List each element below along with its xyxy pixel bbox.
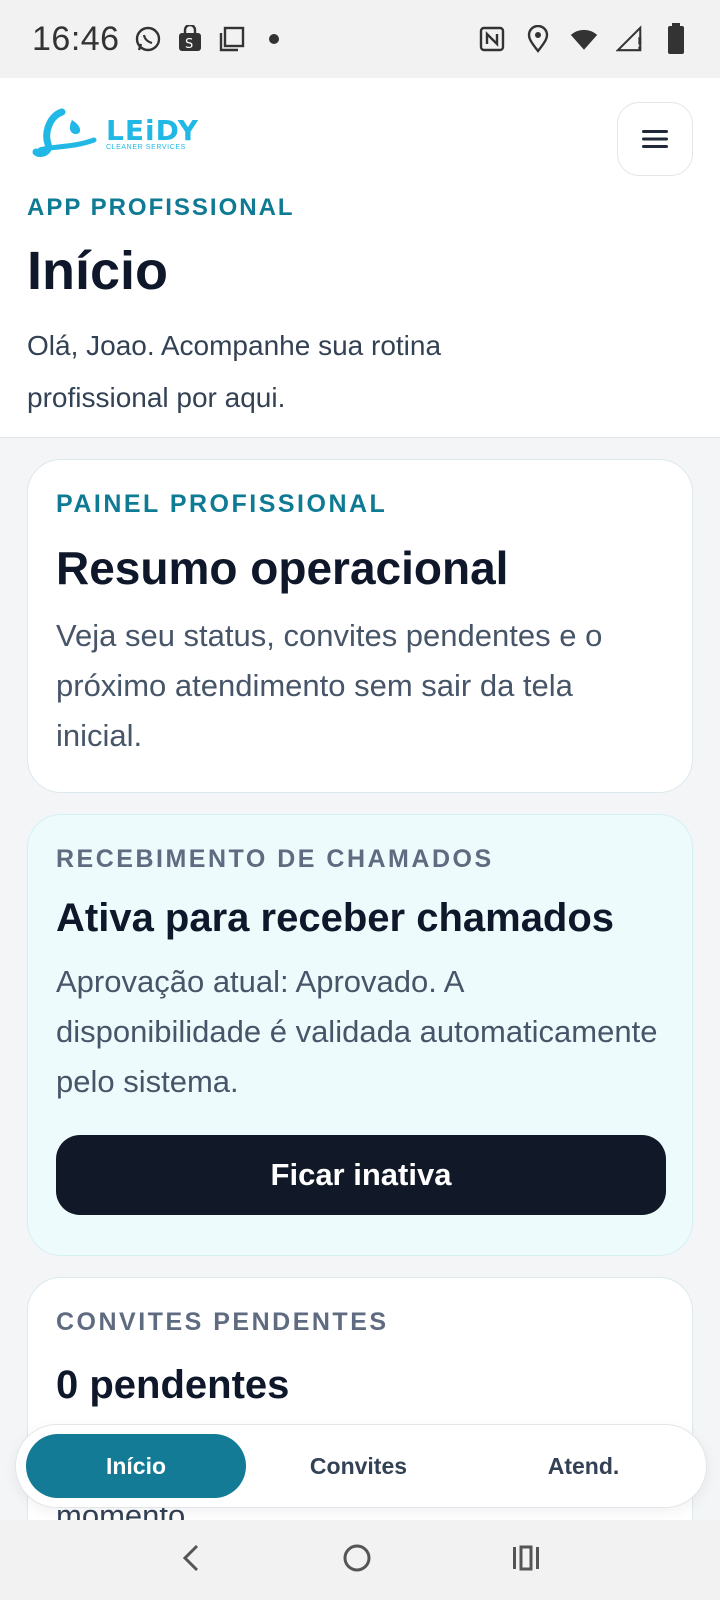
invites-count: 0 pendentes bbox=[56, 1363, 290, 1407]
hamburger-menu-icon bbox=[642, 130, 668, 148]
invites-eyebrow: CONVITES PENDENTES bbox=[56, 1308, 389, 1336]
summary-eyebrow: PAINEL PROFISSIONAL bbox=[56, 490, 388, 518]
logo-wordmark: LEiDY bbox=[106, 113, 200, 147]
availability-title: Ativa para receber chamados bbox=[56, 896, 615, 940]
menu-button[interactable] bbox=[617, 102, 693, 176]
recents-icon[interactable] bbox=[511, 1544, 541, 1577]
location-icon bbox=[524, 25, 552, 53]
status-time: 16:46 bbox=[32, 19, 120, 58]
shopping-bag-icon: S bbox=[176, 25, 204, 53]
page-subtitle: Olá, Joao. Acompanhe sua rotina profissi… bbox=[27, 330, 442, 413]
back-icon[interactable] bbox=[179, 1543, 203, 1578]
whatsapp-icon bbox=[134, 25, 162, 53]
availability-eyebrow: RECEBIMENTO DE CHAMADOS bbox=[56, 845, 494, 873]
wifi-icon bbox=[570, 25, 598, 53]
status-bar: 16:46 S bbox=[0, 0, 720, 78]
logo-mark-icon bbox=[32, 108, 97, 158]
tab-atendimentos[interactable]: Atend. bbox=[471, 1434, 696, 1498]
availability-text: Aprovação atual: Aprovado. A disponibili… bbox=[56, 964, 658, 1099]
availability-card: RECEBIMENTO DE CHAMADOS Ativa para receb… bbox=[27, 814, 693, 1256]
dot-icon bbox=[260, 25, 288, 53]
bottom-tab-bar: Início Convites Atend. bbox=[15, 1424, 707, 1508]
nfc-icon bbox=[478, 25, 506, 53]
signal-icon bbox=[616, 25, 644, 53]
home-icon[interactable] bbox=[342, 1543, 372, 1578]
system-nav-bar bbox=[0, 1520, 720, 1600]
summary-card: PAINEL PROFISSIONAL Resumo operacional V… bbox=[27, 459, 693, 793]
copy-icon bbox=[218, 25, 246, 53]
page-title: Início bbox=[27, 241, 169, 301]
tab-convites[interactable]: Convites bbox=[246, 1434, 471, 1498]
summary-title: Resumo operacional bbox=[56, 542, 509, 594]
battery-icon bbox=[662, 23, 690, 54]
svg-text:S: S bbox=[185, 37, 193, 52]
brand-logo[interactable]: LEiDY CLEANER SERVICES bbox=[32, 106, 199, 162]
app-eyebrow: APP PROFISSIONAL bbox=[27, 194, 295, 221]
tab-inicio[interactable]: Início bbox=[26, 1434, 246, 1498]
summary-text: Veja seu status, convites pendentes e o … bbox=[56, 618, 603, 753]
logo-tagline: CLEANER SERVICES bbox=[106, 143, 186, 151]
app-header: LEiDY CLEANER SERVICES APP PROFISSIONAL … bbox=[0, 78, 720, 438]
deactivate-button[interactable]: Ficar inativa bbox=[56, 1135, 666, 1215]
